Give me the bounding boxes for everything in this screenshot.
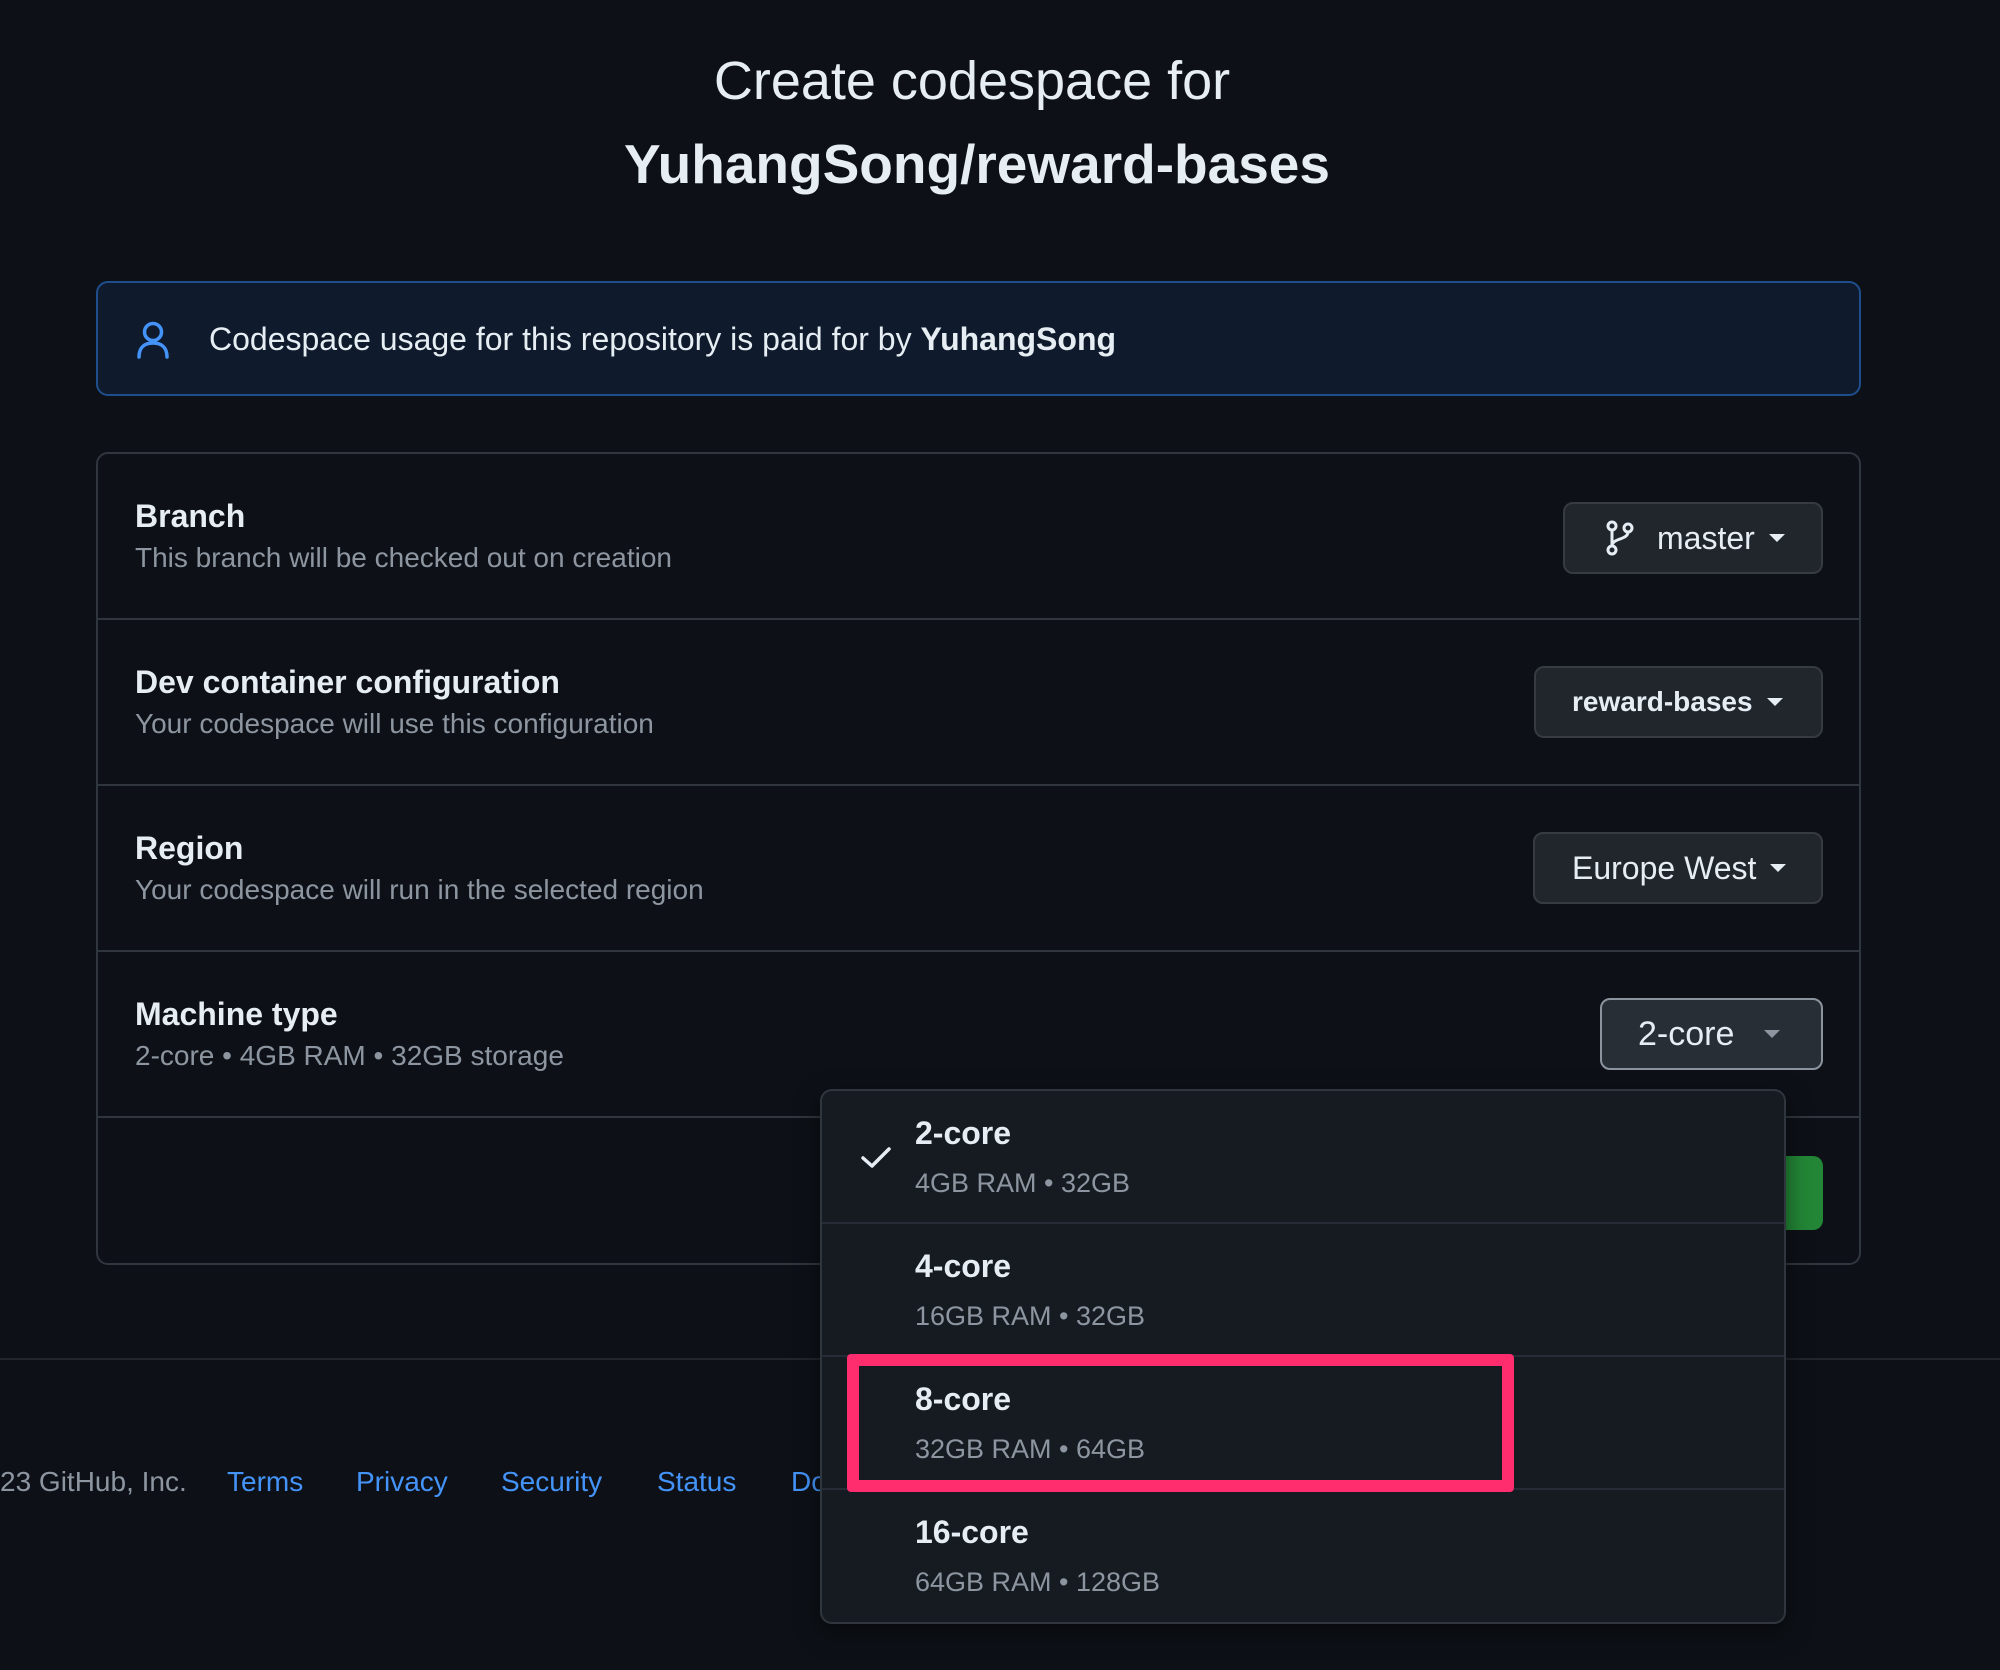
footer-link-privacy[interactable]: Privacy: [356, 1466, 448, 1498]
billing-notice: Codespace usage for this repository is p…: [96, 281, 1861, 396]
branch-value: master: [1657, 519, 1755, 556]
chevron-down-icon: [1768, 534, 1785, 542]
branch-label: Branch: [135, 498, 246, 534]
billing-notice-prefix: Codespace usage for this repository is p…: [209, 321, 921, 357]
machine-option-4-core[interactable]: 4-core 16GB RAM • 32GB: [822, 1224, 1784, 1357]
machine-option-name: 2-core: [915, 1115, 1012, 1151]
branch-row: Branch This branch will be checked out o…: [98, 454, 1859, 620]
git-branch-icon: [1606, 520, 1634, 556]
repository-name: YuhangSong/reward-bases: [623, 133, 1330, 195]
machine-option-spec: 64GB RAM • 128GB: [915, 1567, 1161, 1597]
region-row: Region Your codespace will run in the se…: [98, 786, 1859, 952]
devcontainer-label: Dev container configuration: [135, 664, 560, 700]
chevron-down-icon: [1766, 698, 1783, 706]
person-icon: [137, 321, 169, 359]
machine-option-spec: 4GB RAM • 32GB: [915, 1168, 1131, 1198]
footer-copyright: 23 GitHub, Inc.: [0, 1466, 187, 1497]
create-codespace-page: Create codespace for YuhangSong/reward-b…: [0, 0, 2000, 1670]
check-icon: [861, 1147, 891, 1168]
devcontainer-description: Your codespace will use this configurati…: [135, 708, 654, 739]
chevron-down-icon: [1764, 1030, 1781, 1038]
highlight-annotation: [847, 1354, 1514, 1492]
machine-type-label: Machine type: [135, 996, 338, 1032]
devcontainer-value: reward-bases: [1572, 686, 1753, 717]
machine-option-name: 16-core: [915, 1514, 1029, 1550]
machine-option-spec: 16GB RAM • 32GB: [915, 1301, 1146, 1331]
machine-option-16-core[interactable]: 16-core 64GB RAM • 128GB: [822, 1490, 1784, 1622]
region-select-button[interactable]: Europe West: [1533, 832, 1823, 904]
footer-link-status[interactable]: Status: [657, 1466, 736, 1498]
billing-notice-text: Codespace usage for this repository is p…: [209, 321, 1116, 358]
machine-option-2-core[interactable]: 2-core 4GB RAM • 32GB: [822, 1091, 1784, 1224]
machine-type-select-button[interactable]: 2-core: [1600, 998, 1823, 1070]
branch-select-button[interactable]: master: [1563, 502, 1823, 574]
billing-owner: YuhangSong: [920, 321, 1117, 357]
footer-link-terms[interactable]: Terms: [227, 1466, 303, 1498]
branch-description: This branch will be checked out on creat…: [135, 542, 672, 573]
devcontainer-row: Dev container configuration Your codespa…: [98, 620, 1859, 786]
region-description: Your codespace will run in the selected …: [135, 874, 704, 905]
chevron-down-icon: [1770, 864, 1787, 872]
devcontainer-select-button[interactable]: reward-bases: [1534, 666, 1823, 738]
footer-link-security[interactable]: Security: [501, 1466, 602, 1498]
machine-type-value: 2-core: [1638, 1014, 1735, 1053]
page-title: Create codespace for: [713, 51, 1231, 111]
region-value: Europe West: [1572, 849, 1757, 886]
machine-option-name: 4-core: [915, 1248, 1012, 1284]
region-label: Region: [135, 830, 244, 866]
machine-type-description: 2-core • 4GB RAM • 32GB storage: [135, 1040, 564, 1071]
